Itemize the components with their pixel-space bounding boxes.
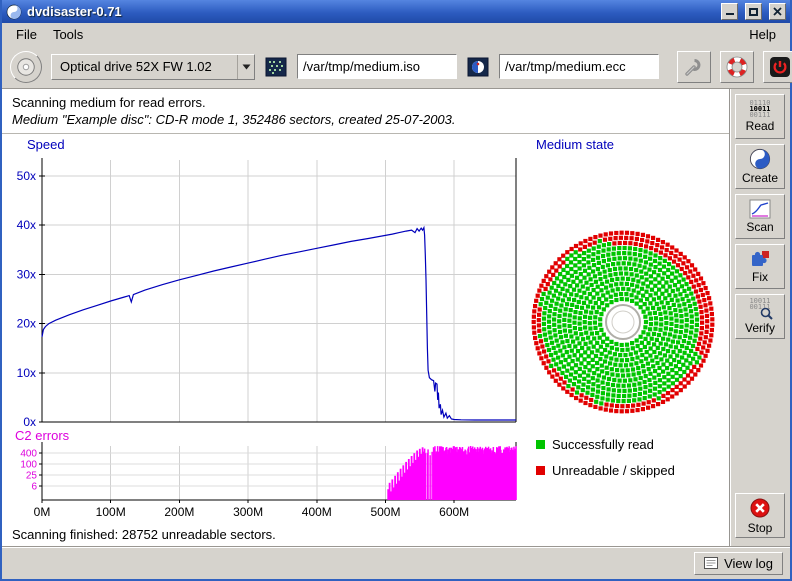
fix-button-label: Fix	[752, 270, 768, 284]
puzzle-icon	[749, 249, 771, 269]
ecc-file-icon	[466, 56, 490, 78]
svg-text:0x: 0x	[23, 415, 36, 429]
stop-button-label: Stop	[748, 521, 773, 535]
svg-text:6: 6	[31, 481, 37, 492]
svg-text:50x: 50x	[17, 169, 36, 183]
c2-errors-chart: 400100256 0M 100M 200M 300M 400M 500M 600M	[4, 440, 534, 522]
quit-button[interactable]	[763, 51, 792, 83]
power-icon	[768, 55, 792, 79]
svg-text:0M: 0M	[34, 505, 51, 519]
stop-icon	[748, 496, 772, 520]
window-title: dvdisaster-0.71	[27, 4, 714, 19]
headline: Scanning medium for read errors. Medium …	[2, 89, 729, 134]
status-line-1: Scanning medium for read errors.	[12, 95, 719, 110]
minimize-button[interactable]	[721, 3, 738, 20]
image-file-icon	[264, 56, 288, 78]
read-icon: 011101001100111	[749, 100, 770, 118]
scan-button[interactable]: Scan	[735, 194, 785, 239]
menu-help[interactable]: Help	[741, 25, 784, 44]
drive-eject-button[interactable]	[10, 51, 42, 83]
svg-text:100: 100	[20, 460, 37, 471]
yinyang-icon	[749, 148, 771, 170]
minimize-icon	[726, 8, 734, 15]
svg-text:400M: 400M	[302, 505, 332, 519]
fix-button[interactable]: Fix	[735, 244, 785, 289]
svg-text:100M: 100M	[96, 505, 126, 519]
wrench-icon	[683, 56, 705, 78]
medium-state-legend: Successfully read Unreadable / skipped	[536, 437, 675, 478]
svg-text:30x: 30x	[17, 267, 36, 281]
app-window: dvdisaster-0.71 File Tools Help Optical …	[0, 0, 792, 581]
close-icon	[773, 7, 782, 16]
medium-state-title: Medium state	[536, 137, 614, 152]
read-ok-swatch	[536, 440, 545, 449]
create-button-label: Create	[742, 171, 778, 185]
action-sidebar: 011101001100111 Read Create	[729, 89, 790, 546]
menu-tools[interactable]: Tools	[45, 25, 91, 44]
verify-button[interactable]: 1001100111 Verify	[735, 294, 785, 339]
status-line-2: Medium "Example disc": CD-R mode 1, 3524…	[12, 112, 719, 127]
chevron-down-icon	[237, 55, 254, 79]
plot-area: Speed 0x10x20x30x40x50x Medium state Suc…	[2, 134, 729, 546]
window-icon	[6, 4, 22, 20]
log-icon	[704, 557, 718, 569]
view-log-button[interactable]: View log	[694, 552, 783, 575]
verify-icon: 1001100111	[747, 298, 773, 320]
legend-label-read: Successfully read	[552, 437, 654, 452]
disc-icon	[15, 56, 37, 78]
close-button[interactable]	[769, 3, 786, 20]
content: Scanning medium for read errors. Medium …	[2, 89, 790, 546]
image-file-input[interactable]	[297, 54, 457, 79]
drive-select[interactable]: Optical drive 52X FW 1.02	[51, 54, 255, 80]
stop-button[interactable]: Stop	[735, 493, 785, 538]
read-button[interactable]: 011101001100111 Read	[735, 94, 785, 139]
svg-text:400: 400	[20, 449, 37, 460]
create-button[interactable]: Create	[735, 144, 785, 189]
svg-text:200M: 200M	[164, 505, 194, 519]
read-button-label: Read	[746, 119, 775, 133]
svg-text:600M: 600M	[439, 505, 469, 519]
medium-state-disc	[523, 222, 723, 422]
svg-text:500M: 500M	[370, 505, 400, 519]
scan-button-label: Scan	[746, 220, 773, 234]
preferences-button[interactable]	[677, 51, 711, 83]
svg-text:25: 25	[26, 470, 38, 481]
svg-text:300M: 300M	[233, 505, 263, 519]
speed-chart: 0x 10x 20x 30x 40x 50x	[4, 150, 534, 432]
legend-label-unreadable: Unreadable / skipped	[552, 463, 675, 478]
svg-text:10x: 10x	[17, 366, 36, 380]
footer-bar: View log	[2, 546, 790, 579]
menubar: File Tools Help	[2, 23, 790, 45]
verify-button-label: Verify	[745, 321, 775, 335]
svg-text:20x: 20x	[17, 317, 36, 331]
toolbar: Optical drive 52X FW 1.02	[2, 45, 790, 89]
maximize-button[interactable]	[745, 3, 762, 20]
unreadable-swatch	[536, 466, 545, 475]
drive-select-value: Optical drive 52X FW 1.02	[60, 59, 229, 74]
titlebar[interactable]: dvdisaster-0.71	[2, 0, 790, 23]
maximize-icon	[749, 8, 758, 16]
legend-item-unreadable: Unreadable / skipped	[536, 463, 675, 478]
scan-result-status: Scanning finished: 28752 unreadable sect…	[12, 527, 276, 542]
menu-file[interactable]: File	[8, 25, 45, 44]
legend-item-read: Successfully read	[536, 437, 675, 452]
help-button[interactable]	[720, 51, 754, 83]
scan-chart-icon	[749, 199, 771, 219]
main-area: Scanning medium for read errors. Medium …	[2, 89, 729, 546]
view-log-label: View log	[724, 556, 773, 571]
lifesaver-icon	[726, 56, 748, 78]
ecc-file-input[interactable]	[499, 54, 659, 79]
svg-text:40x: 40x	[17, 218, 36, 232]
